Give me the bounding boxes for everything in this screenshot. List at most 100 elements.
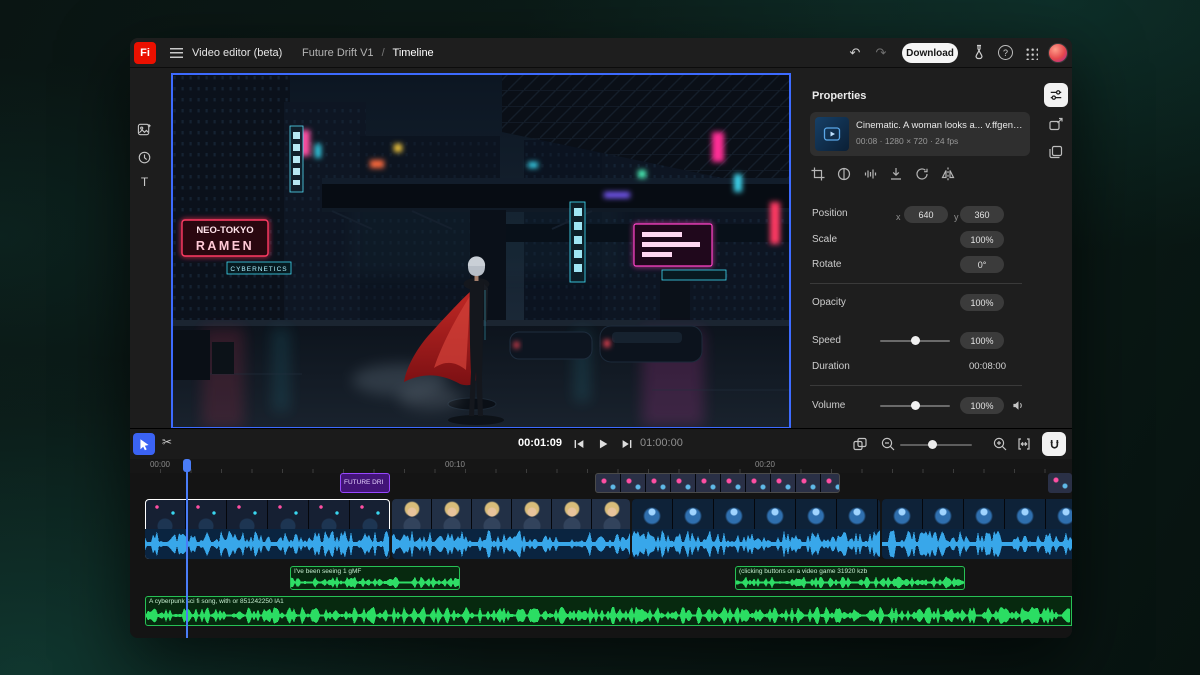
ruler-label-0: 00:00 bbox=[143, 460, 177, 469]
position-y-field[interactable]: 360 bbox=[960, 206, 1004, 223]
vertical-sign-right bbox=[570, 202, 585, 282]
zoom-slider[interactable] bbox=[900, 440, 972, 449]
volume-field[interactable]: 100% bbox=[960, 397, 1004, 414]
playhead-handle[interactable] bbox=[183, 459, 191, 472]
voice-audio-clip[interactable]: I've been seeing 1 gMF bbox=[290, 566, 460, 590]
flip-icon[interactable] bbox=[940, 166, 956, 182]
properties-panel-button[interactable] bbox=[1044, 83, 1068, 107]
prev-frame-button[interactable] bbox=[572, 437, 586, 451]
overlay-video-clip-2[interactable] bbox=[1048, 473, 1072, 493]
filmstrip-woman bbox=[392, 499, 630, 529]
sign-cybernetics: CYBERNETICS bbox=[230, 266, 287, 273]
sfx-audio-clip[interactable]: (clicking buttons on a video game 31920 … bbox=[735, 566, 965, 590]
audio-waveform bbox=[882, 529, 1072, 559]
breadcrumb: Future Drift V1 / Timeline bbox=[302, 47, 434, 59]
video-preview[interactable]: NEO-TOKYO RAMEN CYBERNETICS bbox=[172, 74, 790, 428]
timeline-toolbar: ✂ 00:01:09 01:00:00 bbox=[130, 429, 1072, 459]
text-tool-icon[interactable]: T bbox=[137, 175, 152, 190]
audio-waveform bbox=[632, 529, 880, 559]
overlay-video-clip[interactable] bbox=[595, 473, 840, 493]
apps-grid-icon[interactable] bbox=[1025, 47, 1038, 60]
split-tool-button[interactable]: ✂ bbox=[162, 435, 172, 449]
volume-slider[interactable] bbox=[880, 401, 950, 410]
app-title: Video editor (beta) bbox=[192, 47, 282, 59]
snap-magnet-button[interactable] bbox=[1042, 432, 1066, 456]
mask-icon[interactable] bbox=[836, 166, 852, 182]
duration-label: Duration bbox=[812, 361, 850, 372]
audio-waveform bbox=[291, 576, 459, 589]
app-window: Fi Video editor (beta) Future Drift V1 /… bbox=[130, 38, 1072, 638]
crop-icon[interactable] bbox=[810, 166, 826, 182]
breadcrumb-current: Timeline bbox=[393, 47, 434, 59]
divider bbox=[810, 385, 1022, 386]
parked-car-2 bbox=[600, 326, 702, 362]
video-clip-4[interactable] bbox=[882, 499, 1072, 559]
scale-field[interactable]: 100% bbox=[960, 231, 1004, 248]
fit-timeline-icon[interactable] bbox=[1016, 436, 1032, 452]
position-x-field[interactable]: 640 bbox=[904, 206, 948, 223]
filmstrip-city bbox=[145, 499, 390, 529]
zoom-in-icon[interactable] bbox=[992, 436, 1008, 452]
properties-title: Properties bbox=[812, 90, 866, 102]
playhead[interactable] bbox=[186, 459, 188, 638]
speed-label: Speed bbox=[812, 335, 841, 346]
layers-button[interactable] bbox=[1048, 144, 1064, 160]
ramen-sign: NEO-TOKYO RAMEN bbox=[182, 220, 268, 256]
zoom-slider-knob[interactable] bbox=[928, 440, 937, 449]
rotate-label: Rotate bbox=[812, 259, 841, 270]
breadcrumb-separator: / bbox=[382, 47, 385, 59]
video-clip-3[interactable] bbox=[632, 499, 880, 559]
speed-field[interactable]: 100% bbox=[960, 332, 1004, 349]
next-frame-button[interactable] bbox=[620, 437, 634, 451]
download-button[interactable]: Download bbox=[902, 43, 958, 63]
redo-button[interactable]: ↷ bbox=[872, 45, 890, 61]
clip-name: Cinematic. A woman looks a... v.ffgenvid bbox=[856, 120, 1024, 131]
properties-panel: Properties Cinematic. A woman looks a...… bbox=[800, 68, 1040, 428]
sign-neo-tokyo: NEO-TOKYO bbox=[196, 225, 253, 236]
clip-audio bbox=[392, 529, 630, 559]
filmstrip-robot bbox=[632, 499, 880, 529]
avatar[interactable] bbox=[1048, 43, 1068, 63]
project-name[interactable]: Future Drift V1 bbox=[302, 47, 374, 59]
add-media-icon[interactable] bbox=[137, 122, 152, 137]
clip-audio bbox=[882, 529, 1072, 559]
left-toolbar: T bbox=[130, 68, 158, 428]
top-bar: Fi Video editor (beta) Future Drift V1 /… bbox=[130, 38, 1072, 68]
timeline-ruler[interactable]: 00:00 00:10 00:20 bbox=[130, 459, 1072, 473]
sfx-clip-label: (clicking buttons on a video game 31920 … bbox=[739, 568, 867, 575]
desktop-background: Fi Video editor (beta) Future Drift V1 /… bbox=[0, 0, 1200, 675]
filmstrip-robot bbox=[882, 499, 1072, 529]
video-clip-1-selected[interactable] bbox=[145, 499, 390, 559]
speed-slider-knob[interactable] bbox=[911, 336, 920, 345]
edit-video-button[interactable] bbox=[1048, 116, 1064, 132]
help-button[interactable]: ? bbox=[998, 45, 1013, 60]
play-button[interactable] bbox=[596, 437, 610, 451]
firefly-logo[interactable]: Fi bbox=[134, 42, 156, 64]
volume-slider-knob[interactable] bbox=[911, 401, 920, 410]
speaker-icon[interactable] bbox=[1012, 399, 1025, 412]
clip-actions-row bbox=[810, 166, 956, 182]
zoom-out-icon[interactable] bbox=[880, 436, 896, 452]
flask-icon[interactable] bbox=[970, 44, 988, 60]
text-clip[interactable]: FUTURE DRI bbox=[340, 473, 390, 493]
history-icon[interactable] bbox=[137, 150, 152, 165]
audio-waveform bbox=[145, 529, 390, 559]
hamburger-menu-icon[interactable] bbox=[170, 48, 183, 58]
divider bbox=[810, 283, 1022, 284]
music-audio-clip[interactable]: A cyberpunk sci fi song, with or 8512422… bbox=[145, 596, 1072, 626]
selected-clip-card[interactable]: Cinematic. A woman looks a... v.ffgenvid… bbox=[810, 112, 1030, 156]
audio-detach-icon[interactable] bbox=[862, 166, 878, 182]
video-clip-2[interactable] bbox=[392, 499, 630, 559]
opacity-field[interactable]: 100% bbox=[960, 294, 1004, 311]
extract-frame-icon[interactable] bbox=[888, 166, 904, 182]
speed-slider[interactable] bbox=[880, 336, 950, 345]
rotate-field[interactable]: 0° bbox=[960, 256, 1004, 273]
loop-icon[interactable] bbox=[914, 166, 930, 182]
total-timecode: 01:00:00 bbox=[640, 437, 683, 449]
undo-button[interactable]: ↶ bbox=[846, 45, 864, 61]
clip-thumbnail bbox=[815, 117, 849, 151]
select-tool-button[interactable] bbox=[133, 433, 155, 455]
scale-label: Scale bbox=[812, 234, 837, 245]
overlap-clips-icon[interactable] bbox=[852, 436, 868, 452]
ruler-label-20: 00:20 bbox=[748, 460, 782, 469]
